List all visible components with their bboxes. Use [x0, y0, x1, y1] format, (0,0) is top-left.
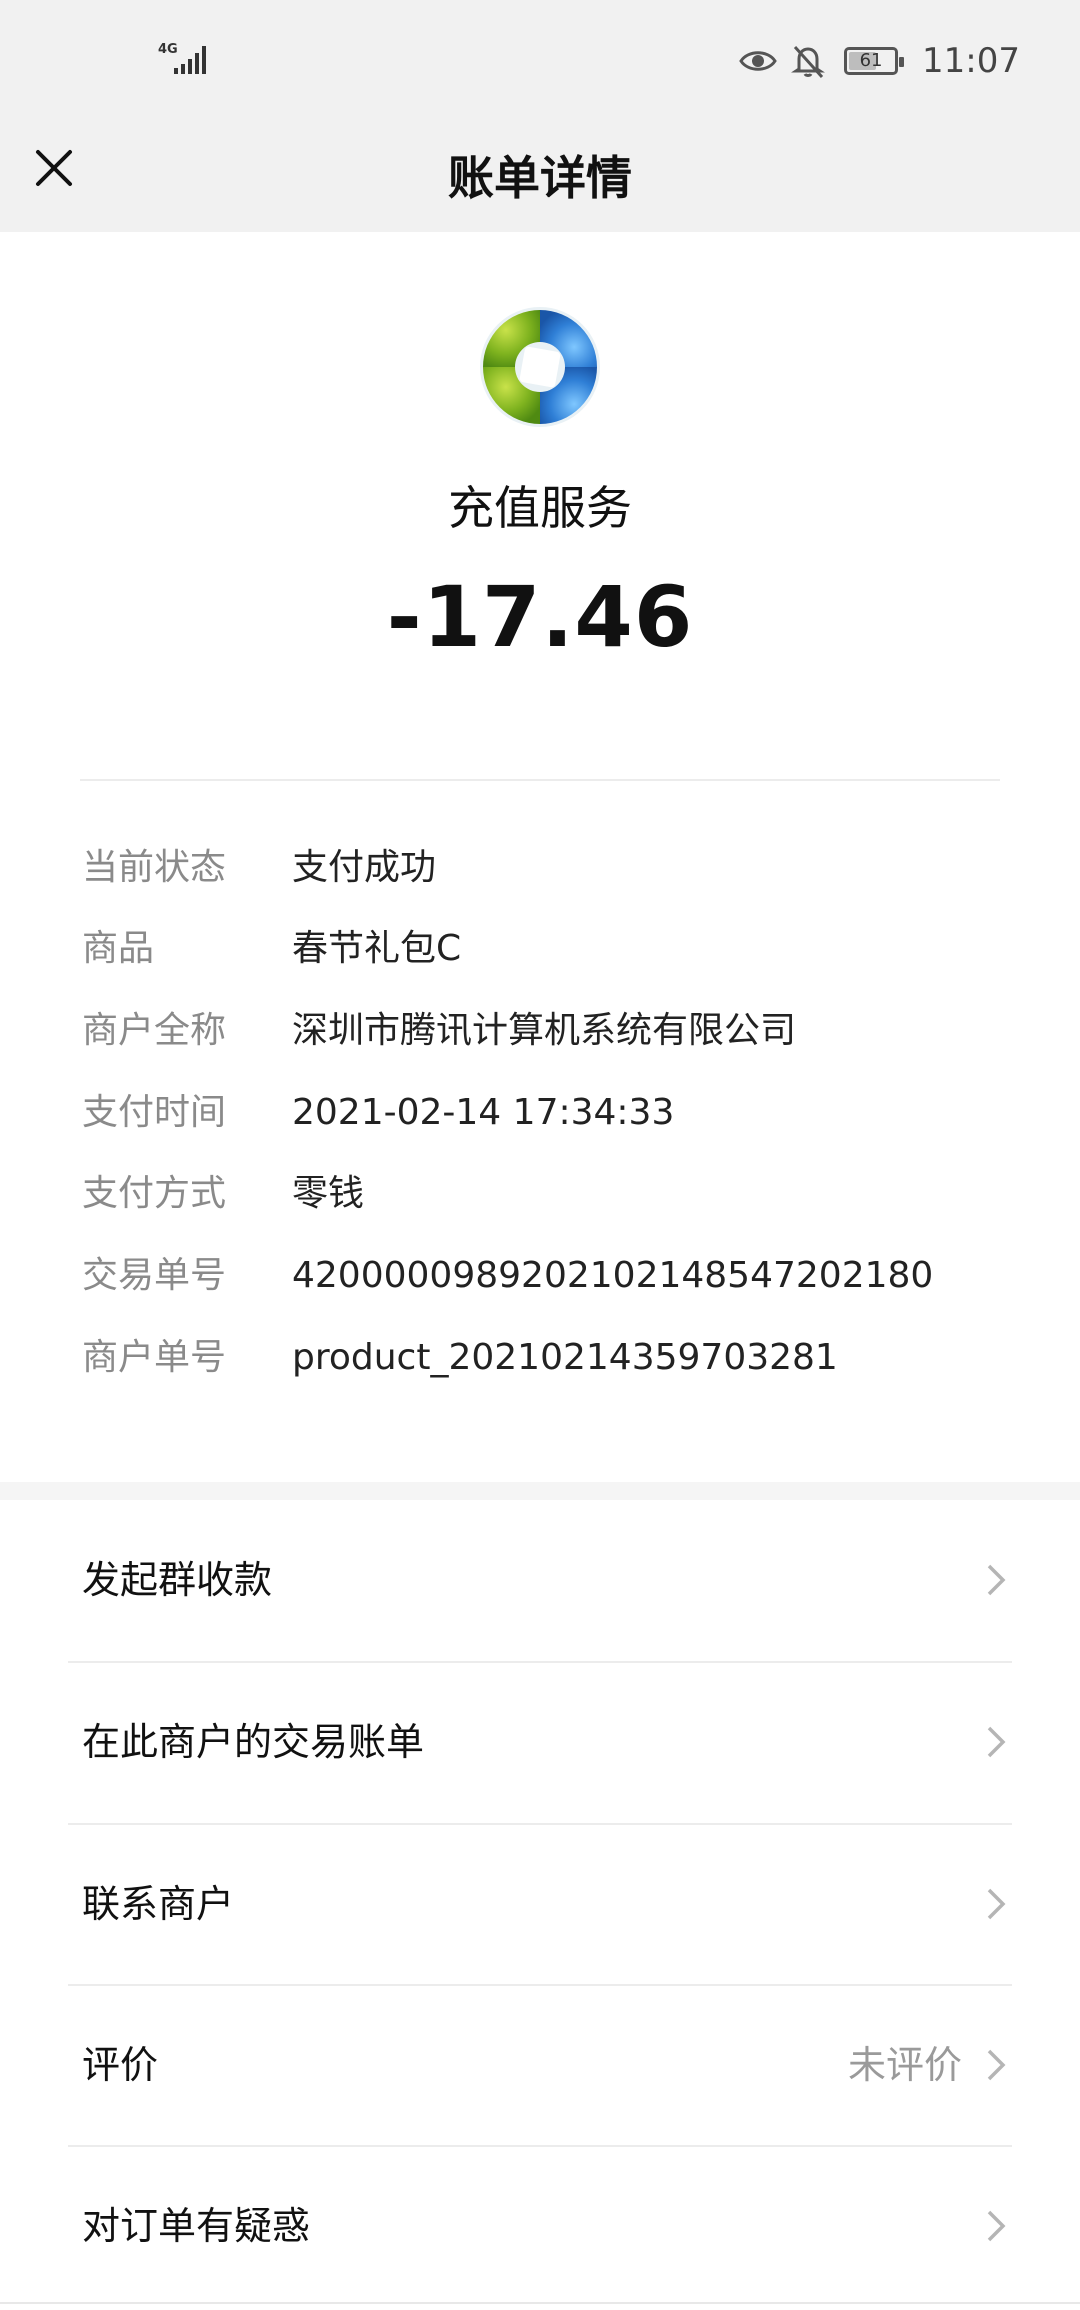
nav-bar: 账单详情 [0, 124, 1080, 232]
detail-label: 商品 [82, 928, 155, 969]
detail-row-status: 当前状态 支付成功 [0, 838, 1080, 898]
action-label: 对订单有疑惑 [82, 2204, 311, 2248]
detail-label: 商户单号 [82, 1337, 227, 1378]
merchant-name: 充值服务 [448, 481, 632, 535]
detail-label: 支付时间 [82, 1092, 227, 1133]
chevron-right-icon [987, 1888, 1006, 1920]
detail-label: 支付方式 [82, 1173, 227, 1214]
action-label: 联系商户 [82, 1882, 235, 1926]
clock: 11:07 [922, 41, 1020, 81]
action-label: 评价 [82, 2043, 159, 2087]
detail-row-payment-time: 支付时间 2021-02-14 17:34:33 [0, 1083, 1080, 1143]
chevron-right-icon [987, 2049, 1006, 2081]
detail-value: 支付成功 [292, 847, 437, 888]
detail-value: 深圳市腾讯计算机系统有限公司 [292, 1010, 797, 1051]
detail-value: 春节礼包C [292, 928, 462, 969]
detail-row-payment-method: 支付方式 零钱 [0, 1164, 1080, 1224]
status-bar: 4G 61 11:07 [0, 0, 1080, 124]
detail-value[interactable]: product_20210214359703281 [292, 1328, 838, 1388]
detail-label: 当前状态 [82, 847, 227, 888]
transaction-amount: -17.46 [386, 568, 694, 666]
battery-text: 61 [859, 50, 883, 71]
detail-value: 2021-02-14 17:34:33 [292, 1092, 675, 1133]
section-separator [0, 1482, 1080, 1500]
eye-icon [739, 51, 777, 71]
action-label: 在此商户的交易账单 [82, 1720, 425, 1764]
battery-icon: 61 [844, 47, 905, 75]
detail-row-merchant-full-name: 商户全称 深圳市腾讯计算机系统有限公司 [0, 1001, 1080, 1061]
status-icons: 61 11:07 [738, 36, 1020, 86]
action-review[interactable]: 评价 未评价 [0, 1985, 1080, 2145]
detail-row-merchant-order-id: 商户单号 product_20210214359703281 [0, 1328, 1080, 1388]
chevron-right-icon [987, 1564, 1006, 1596]
divider [80, 779, 1000, 781]
action-label: 发起群收款 [82, 1558, 273, 1602]
detail-row-transaction-id: 交易单号 4200000989202102148547202180 [0, 1246, 1080, 1306]
detail-label: 商户全称 [82, 1010, 227, 1051]
notifications-off-icon [791, 45, 825, 79]
action-contact-merchant[interactable]: 联系商户 [0, 1824, 1080, 1984]
detail-value: 零钱 [292, 1173, 365, 1214]
action-group-collect[interactable]: 发起群收款 [0, 1500, 1080, 1660]
review-status: 未评价 [847, 2043, 962, 2087]
chevron-right-icon [987, 1726, 1006, 1758]
detail-row-product: 商品 春节礼包C [0, 919, 1080, 979]
page-title: 账单详情 [448, 151, 632, 205]
detail-value[interactable]: 4200000989202102148547202180 [292, 1246, 933, 1306]
signal-icon: 4G [158, 40, 214, 80]
action-merchant-bills[interactable]: 在此商户的交易账单 [0, 1662, 1080, 1822]
merchant-logo-icon [480, 307, 600, 427]
chevron-right-icon [987, 2210, 1006, 2242]
divider [0, 2302, 1080, 2304]
action-order-question[interactable]: 对订单有疑惑 [0, 2146, 1080, 2306]
detail-label: 交易单号 [82, 1255, 227, 1296]
